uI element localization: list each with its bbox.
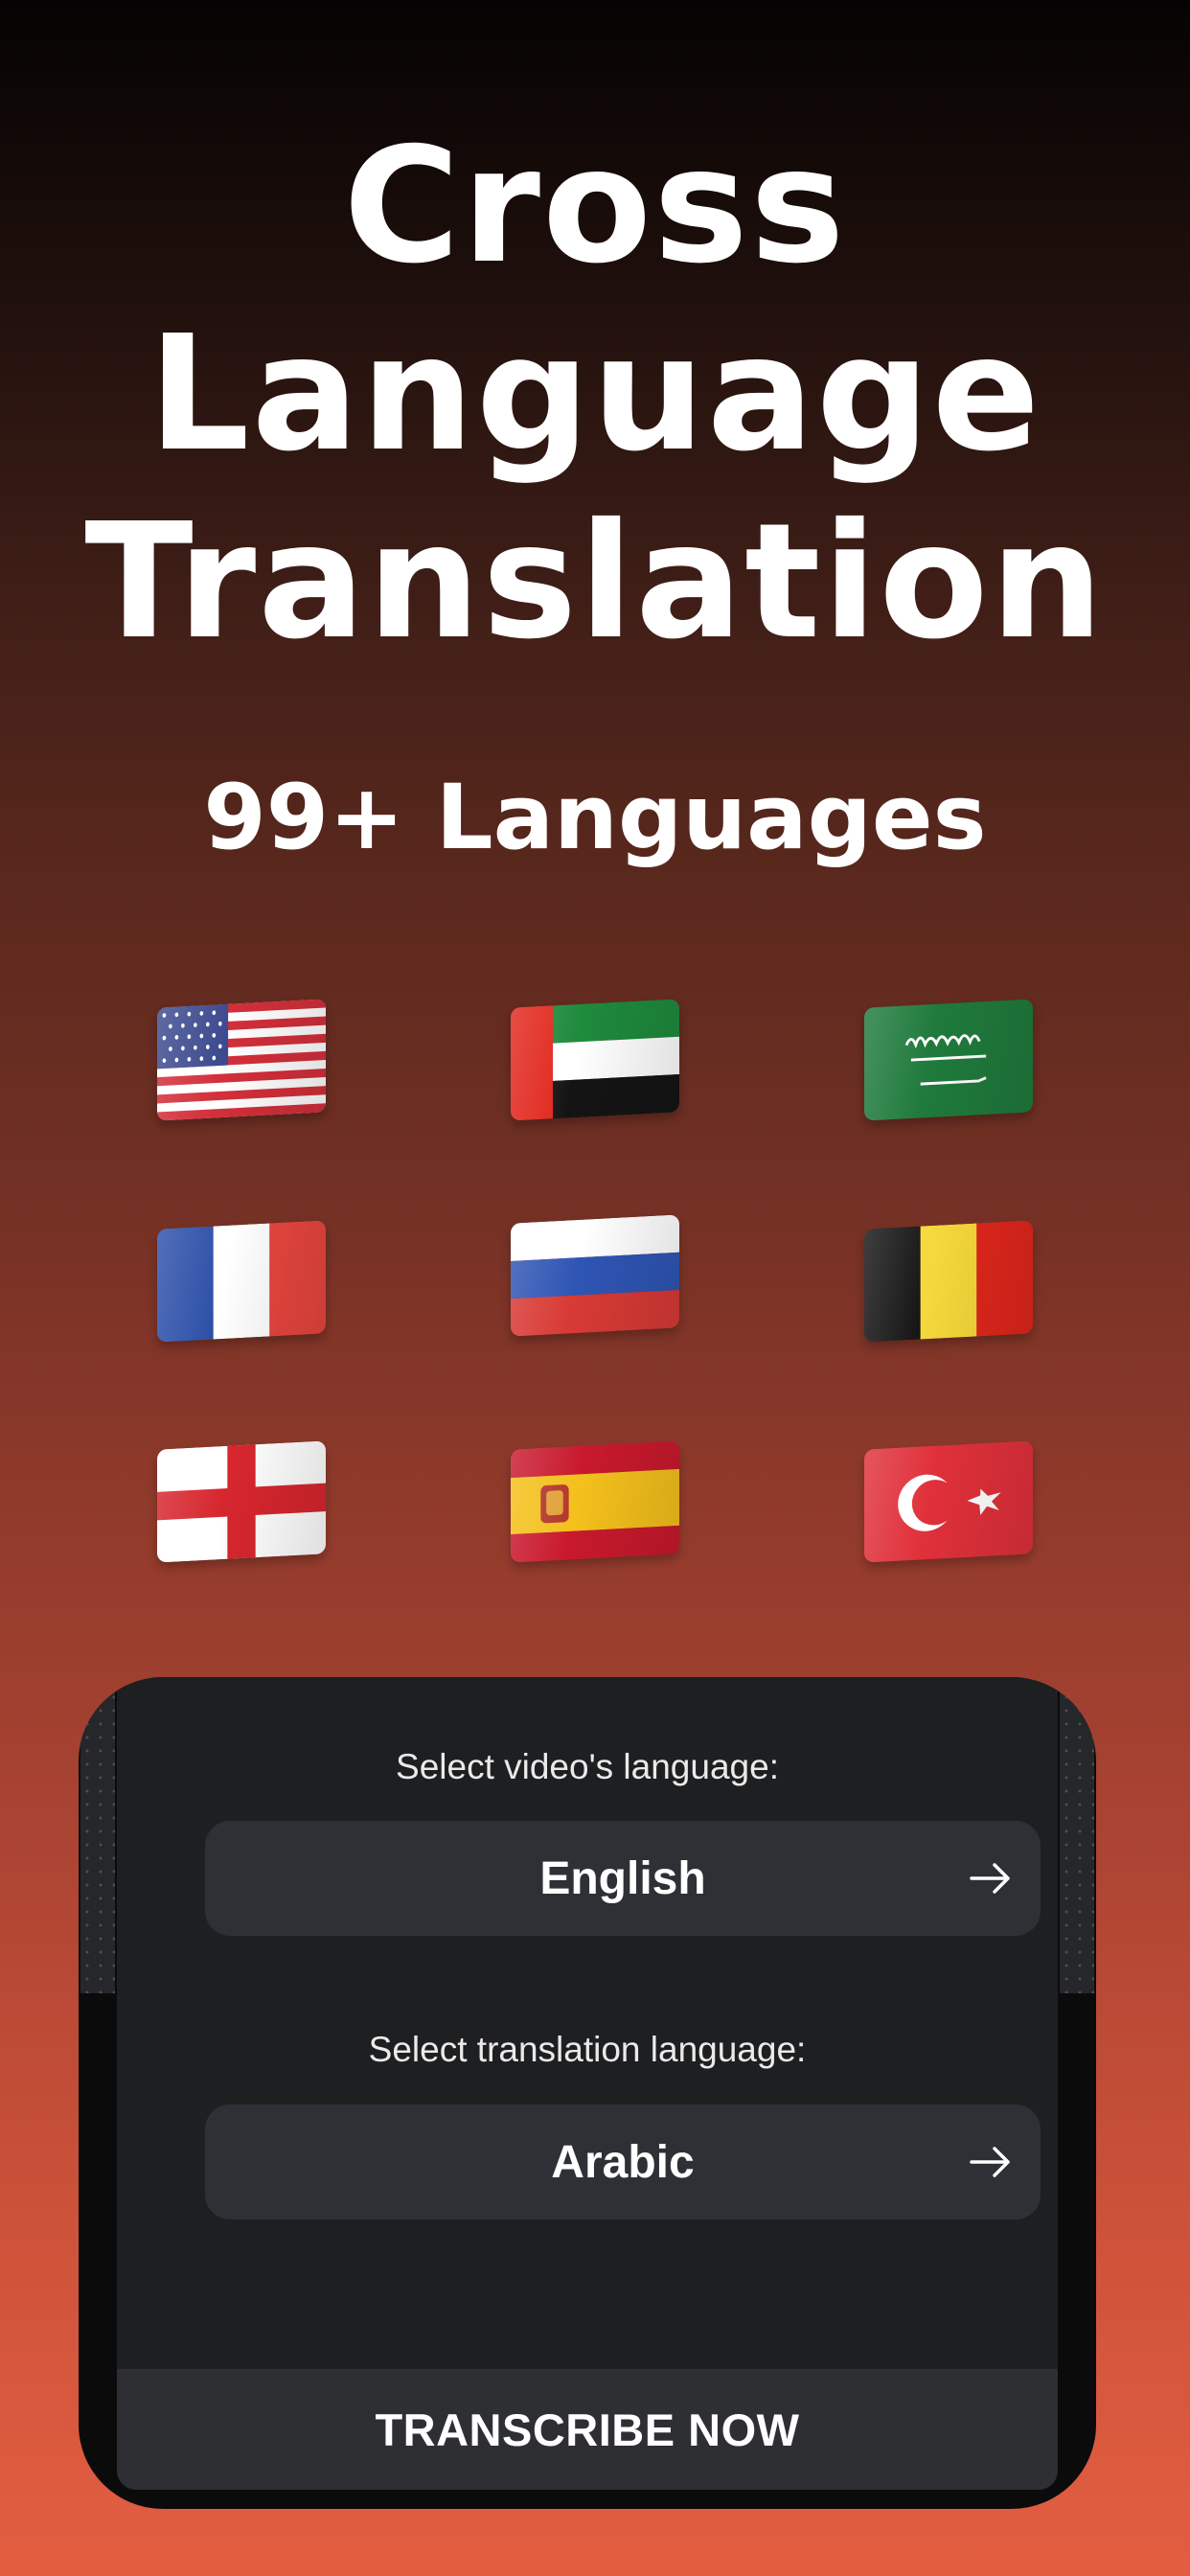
- phone-screen: Select video's language: English Select …: [117, 1677, 1058, 2490]
- translation-language-label: Select translation language:: [368, 2030, 807, 2069]
- video-language-select[interactable]: English: [205, 1821, 1041, 1936]
- england-flag-icon: [157, 1440, 326, 1563]
- russia-flag-icon: [511, 1214, 679, 1337]
- phone-right-rail: [1060, 1677, 1094, 1993]
- united-states-flag-icon: [157, 999, 326, 1121]
- headline-line-1: Cross: [343, 114, 847, 299]
- translation-language-value: Arabic: [551, 2136, 695, 2188]
- arrow-right-icon: [970, 2147, 1010, 2177]
- transcribe-now-label: TRANSCRIBE NOW: [375, 2404, 800, 2455]
- video-language-label: Select video's language:: [396, 1747, 779, 1786]
- spain-flag-icon: [511, 1440, 679, 1563]
- turkey-flag-icon: [864, 1440, 1033, 1563]
- arrow-right-icon: [970, 1863, 1010, 1894]
- video-language-value: English: [539, 1852, 706, 1904]
- headline: Cross Language Translation: [0, 113, 1190, 677]
- headline-line-2: Language: [148, 302, 1042, 487]
- belgium-flag-icon: [864, 1220, 1033, 1343]
- subheadline: 99+ Languages: [203, 766, 987, 870]
- transcribe-now-button[interactable]: TRANSCRIBE NOW: [117, 2369, 1058, 2490]
- phone-mockup: Select video's language: English Select …: [79, 1677, 1096, 2509]
- saudi-arabia-flag-icon: [864, 999, 1033, 1121]
- phone-left-rail: [80, 1677, 115, 1993]
- translation-language-select[interactable]: Arabic: [205, 2104, 1041, 2220]
- france-flag-icon: [157, 1220, 326, 1343]
- headline-line-3: Translation: [84, 490, 1106, 675]
- united-arab-emirates-flag-icon: [511, 999, 679, 1121]
